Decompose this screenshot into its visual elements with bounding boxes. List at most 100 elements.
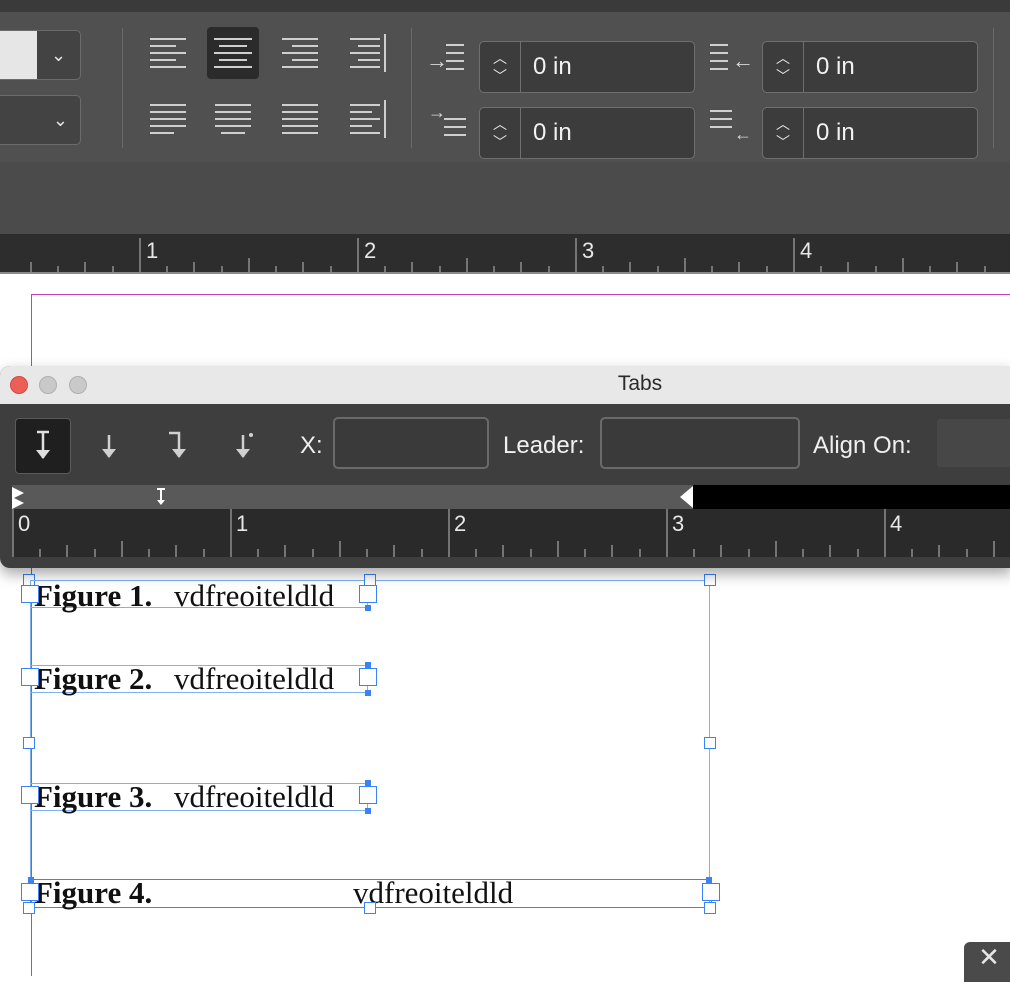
chevron-up-icon[interactable]: ︿ [776,115,790,133]
indent-marker-icon[interactable] [12,497,24,509]
figure-1-caption[interactable]: Figure 1. vdfreoiteldld [34,578,364,614]
chevron-up-icon[interactable]: ︿ [776,49,790,67]
right-justified-tab-button[interactable] [150,418,204,472]
frame-corner [706,877,712,883]
tab-stop-marker-icon[interactable] [154,487,170,507]
right-indent-marker-icon[interactable] [680,486,693,508]
chevron-up-icon[interactable]: ︿ [493,49,507,67]
right-indent-field[interactable]: ︿ ﹀ 0 in [762,41,978,93]
frame-handle[interactable] [21,786,39,804]
chevron-down-icon[interactable]: ﹀ [493,133,507,151]
tabs-titlebar[interactable]: Tabs [0,366,1010,405]
chevron-down-icon[interactable]: ﹀ [776,133,790,151]
ruler-number: 3 [582,238,595,263]
beyond-frame-area [693,485,1010,509]
fill-swatch-dropdown[interactable]: ⌄ [0,30,81,80]
right-indent-stepper[interactable]: ︿ ﹀ [763,42,804,92]
justify-left-button[interactable] [142,93,194,145]
frame-handle[interactable] [364,574,376,586]
center-justified-tab-button[interactable] [82,418,136,472]
frame-handle[interactable] [359,585,377,603]
tabs-dialog[interactable]: Tabs X: Leader: Align On: 0 1 2 3 4 [0,366,1010,568]
decimal-tab-icon [236,433,253,458]
align-on-label: Align On: [813,432,912,459]
tabs-ruler[interactable]: 0 1 2 3 4 [12,509,1010,557]
figure-4-caption[interactable]: Figure 4. [34,875,152,911]
align-away-from-spine-icon [350,100,386,138]
frame-corner [365,690,371,696]
paragraph-control-panel: ⌄ ⌄ → ︿ ﹀ 0 in ← ︿ ﹀ 0 in → ︿ ﹀ 0 in ← ︿… [0,0,1010,162]
left-indent-value[interactable]: 0 in [521,53,572,81]
frame-handle[interactable] [704,574,716,586]
right-tab-icon [169,431,186,458]
align-on-input[interactable] [935,417,1010,469]
align-left-button[interactable] [142,27,194,79]
frame-handle[interactable] [702,883,720,901]
align-towards-spine-icon [350,34,386,72]
left-indent-field[interactable]: ︿ ﹀ 0 in [479,41,695,93]
left-indent-icon: → [426,42,470,82]
figure-label: Figure 1. [34,578,153,613]
tabs-title: Tabs [617,372,663,395]
tab-stop-strip[interactable] [12,485,1010,509]
chevron-down-icon[interactable]: ﹀ [776,67,790,85]
figure-label: Figure 4. [34,875,153,910]
align-away-from-spine-button[interactable] [342,93,394,145]
justify-left-icon [150,104,186,134]
frame-handle[interactable] [704,902,716,914]
left-justified-tab-button[interactable] [15,418,71,474]
leader-input[interactable] [600,417,800,469]
chevron-down-icon: ⌄ [52,109,68,130]
chevron-down-icon[interactable]: ﹀ [493,67,507,85]
figure-text: vdfreoiteldld [174,661,335,696]
ruler-number: 1 [236,511,249,536]
frame-handle[interactable] [21,585,39,603]
frame-corner [365,605,371,611]
frame-handle[interactable] [359,668,377,686]
last-line-indent-field[interactable]: ︿ ﹀ 0 in [762,107,978,159]
figure-3-caption[interactable]: Figure 3. vdfreoiteldld [34,779,364,815]
align-to-decimal-tab-button[interactable] [216,418,270,472]
first-line-indent-field[interactable]: ︿ ﹀ 0 in [479,107,695,159]
right-indent-value[interactable]: 0 in [804,53,855,81]
last-line-indent-value[interactable]: 0 in [804,119,855,147]
frame-handle[interactable] [21,668,39,686]
frame-corner [28,877,34,883]
right-indent-icon: ← [710,42,754,82]
horizontal-ruler[interactable]: 1 2 3 4 [0,234,1010,274]
frame-corner [365,808,371,814]
paragraph-style-dropdown[interactable]: ⌄ [0,95,81,145]
figure-4-text[interactable]: vdfreoiteldld [353,875,513,911]
frame-handle[interactable] [364,902,376,914]
align-center-button[interactable] [207,27,259,79]
frame-handle[interactable] [21,883,39,901]
left-indent-stepper[interactable]: ︿ ﹀ [480,42,521,92]
swatch-preview [0,31,37,79]
first-line-indent-stepper[interactable]: ︿ ﹀ [480,108,521,158]
frame-handle[interactable] [23,737,35,749]
align-right-button[interactable] [274,27,326,79]
frame-handle[interactable] [23,902,35,914]
figure-2-caption[interactable]: Figure 2. vdfreoiteldld [34,661,364,697]
justify-center-button[interactable] [207,93,259,145]
frame-handle[interactable] [359,786,377,804]
align-left-icon [150,38,186,68]
divider [122,28,123,148]
justify-center-icon [215,104,251,134]
first-line-indent-value[interactable]: 0 in [521,119,572,147]
ruler-number: 2 [454,511,467,536]
divider [411,28,412,148]
align-towards-spine-button[interactable] [342,27,394,79]
chevron-up-icon[interactable]: ︿ [493,115,507,133]
frame-handle[interactable] [704,737,716,749]
close-panel-button[interactable]: ✕ [964,942,1010,982]
last-line-indent-stepper[interactable]: ︿ ﹀ [763,108,804,158]
text-frame-selection[interactable] [30,580,710,908]
justify-all-button[interactable] [274,93,326,145]
tabs-toolbar: X: Leader: Align On: [0,404,1010,484]
x-position-label: X: [300,432,323,459]
x-position-input[interactable] [333,417,489,469]
last-line-indent-icon: ← [710,108,754,148]
chevron-down-icon[interactable]: ⌄ [37,31,80,79]
tabs-ruler-ticks [12,509,995,557]
